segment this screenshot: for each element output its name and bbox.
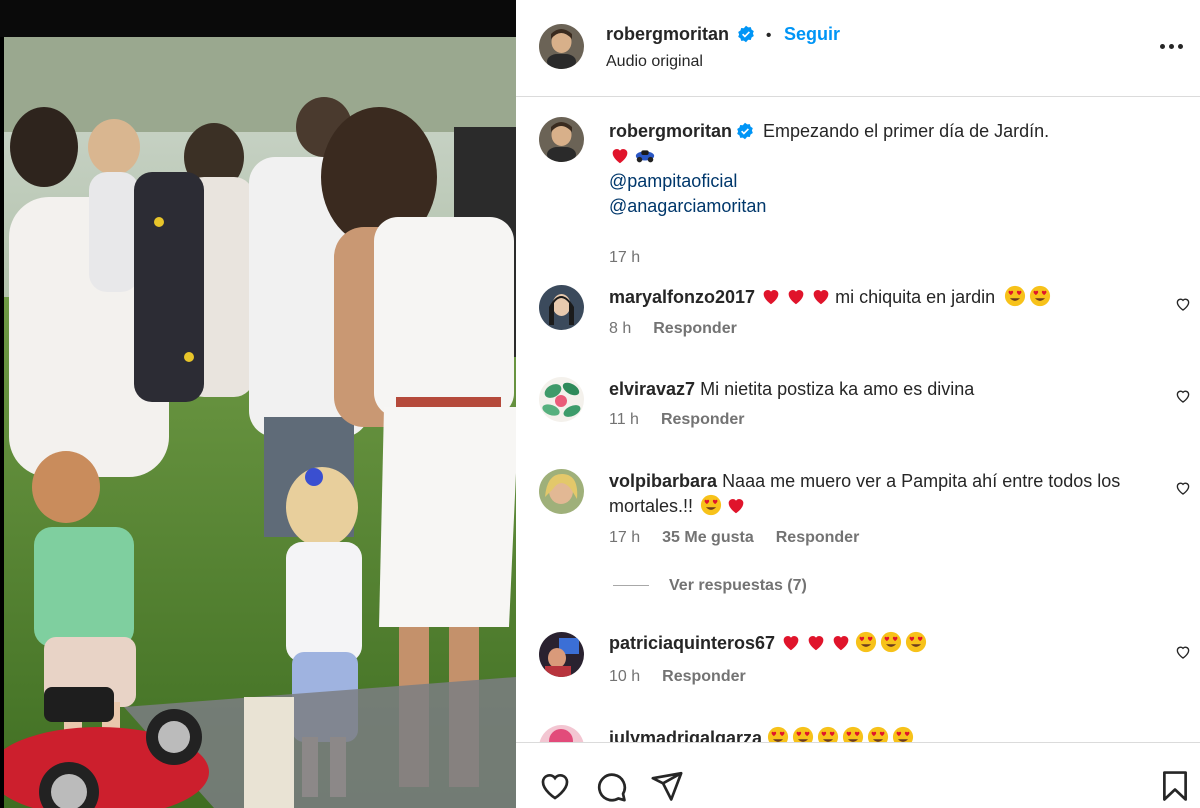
- comment-likes-count[interactable]: 35 Me gusta: [662, 529, 754, 546]
- media-top-bar: [0, 0, 516, 37]
- red-heart-emoji-icon: [788, 290, 804, 305]
- post-media[interactable]: [0, 0, 516, 808]
- comment-username[interactable]: volpibarbara: [609, 471, 717, 491]
- reply-button[interactable]: Responder: [662, 668, 746, 685]
- heart-eyes-emoji-icon: [880, 631, 902, 653]
- post-action-bar: [516, 742, 1200, 808]
- comment-username[interactable]: patriciaquinteros67: [609, 633, 775, 653]
- comment-like-heart-icon[interactable]: [1174, 643, 1192, 661]
- verified-badge-icon: [738, 25, 755, 43]
- mention-link[interactable]: @pampitaoficial: [609, 171, 737, 191]
- more-options-icon[interactable]: [1158, 36, 1186, 56]
- red-heart-emoji-icon: [612, 149, 628, 164]
- heart-eyes-emoji-icon: [792, 726, 814, 742]
- commenter-avatar[interactable]: [539, 377, 584, 422]
- reply-button[interactable]: Responder: [653, 320, 737, 337]
- heart-eyes-emoji-icon: [867, 726, 889, 742]
- video-scene-illustration: [4, 37, 516, 808]
- commenter-avatar[interactable]: [539, 469, 584, 514]
- heart-eyes-emoji-icon: [855, 631, 877, 653]
- comment-time[interactable]: 17 h: [609, 529, 640, 546]
- replies-divider-line: [613, 585, 649, 587]
- author-username[interactable]: robergmoritan: [606, 24, 729, 44]
- heart-eyes-emoji-icon: [1030, 285, 1051, 307]
- comments-list[interactable]: robergmoritan Empezando el primer día de…: [516, 97, 1200, 742]
- red-heart-emoji-icon: [783, 636, 799, 651]
- comment-like-heart-icon[interactable]: [1174, 387, 1192, 405]
- caption-author-avatar[interactable]: [539, 117, 584, 162]
- heart-icon[interactable]: [538, 769, 572, 803]
- heart-eyes-emoji-icon: [905, 631, 927, 653]
- bookmark-icon[interactable]: [1158, 769, 1192, 803]
- caption-time[interactable]: 17 h: [609, 249, 640, 266]
- reply-button[interactable]: Responder: [661, 411, 745, 428]
- commenter-avatar[interactable]: [539, 285, 584, 330]
- view-replies-label: Ver respuestas (7): [669, 577, 807, 594]
- comment-time[interactable]: 11 h: [609, 411, 639, 428]
- commenter-avatar[interactable]: [539, 632, 584, 677]
- comment-icon[interactable]: [594, 769, 628, 803]
- comment-username[interactable]: julymadrigalgarza: [609, 728, 762, 742]
- red-heart-emoji-icon: [833, 636, 849, 651]
- red-heart-emoji-icon: [728, 499, 744, 514]
- heart-eyes-emoji-icon: [767, 726, 789, 742]
- racing-car-emoji-icon: [635, 150, 655, 163]
- comment-username[interactable]: elviravaz7: [609, 379, 695, 399]
- reply-button[interactable]: Responder: [776, 529, 860, 546]
- verified-badge-icon: [737, 122, 753, 140]
- comment-time[interactable]: 8 h: [609, 320, 631, 337]
- author-avatar[interactable]: [539, 24, 584, 69]
- comment-time[interactable]: 10 h: [609, 668, 640, 685]
- view-replies-button[interactable]: Ver respuestas (7): [613, 577, 807, 595]
- red-heart-emoji-icon: [763, 290, 779, 305]
- heart-eyes-emoji-icon: [892, 726, 914, 742]
- audio-label[interactable]: Audio original: [606, 53, 703, 71]
- red-heart-emoji-icon: [813, 290, 829, 305]
- red-heart-emoji-icon: [808, 636, 824, 651]
- comment-username[interactable]: maryalfonzo2017: [609, 287, 755, 307]
- post-video-frame[interactable]: [4, 37, 516, 808]
- post-header: robergmoritan • Seguir Audio original: [516, 0, 1200, 97]
- header-separator: •: [765, 27, 772, 44]
- comment-text: Mi nietita postiza ka amo es divina: [700, 379, 975, 399]
- comment-like-heart-icon[interactable]: [1174, 479, 1192, 497]
- follow-button[interactable]: Seguir: [784, 24, 840, 44]
- caption-text: Empezando el primer día de Jardín.: [763, 121, 1050, 141]
- heart-eyes-emoji-icon: [842, 726, 864, 742]
- caption-username[interactable]: robergmoritan: [609, 121, 732, 141]
- heart-eyes-emoji-icon: [817, 726, 839, 742]
- heart-eyes-emoji-icon: [700, 494, 722, 516]
- commenter-avatar[interactable]: [539, 725, 584, 742]
- post-side-panel: robergmoritan • Seguir Audio original ro…: [516, 0, 1200, 808]
- comment-like-heart-icon[interactable]: [1174, 295, 1192, 313]
- comment-text: mi chiquita en jardin: [835, 287, 996, 307]
- mention-link[interactable]: @anagarciamoritan: [609, 196, 766, 216]
- share-icon[interactable]: [650, 769, 684, 803]
- heart-eyes-emoji-icon: [1005, 285, 1026, 307]
